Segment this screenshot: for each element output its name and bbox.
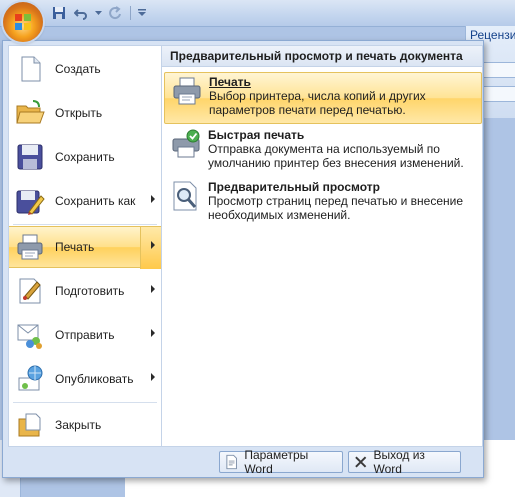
submenu-arrow-icon: [151, 329, 155, 337]
print-preview-icon: [173, 181, 197, 211]
submenu-arrow-icon: [151, 373, 155, 381]
submenu-item-description: Просмотр страниц перед печатью и внесени…: [208, 194, 464, 208]
submenu-item-description: Выбор принтера, числа копий и других: [209, 89, 426, 103]
menu-item-label: Отправить: [55, 328, 115, 342]
menu-item-new[interactable]: Создать: [9, 48, 161, 90]
submenu-arrow-icon: [151, 285, 155, 293]
submenu-arrow-icon: [151, 195, 155, 203]
submenu-item-description: параметров печати перед печатью.: [209, 103, 406, 117]
printer-icon: [173, 77, 201, 105]
menu-item-label: Открыть: [55, 106, 103, 120]
printer-icon: [17, 234, 43, 260]
save-disk-icon: [17, 144, 43, 170]
submenu-arrow-icon: [151, 241, 155, 249]
undo-icon[interactable]: [72, 4, 90, 22]
menu-item-open[interactable]: Открыть: [9, 92, 161, 134]
submenu-item-description: умолчанию принтер без внесения изменений…: [208, 156, 464, 170]
word-options-button[interactable]: Параметры Word: [219, 448, 343, 476]
print-submenu: Предварительный просмотр и печать докуме…: [161, 45, 483, 447]
undo-dropdown-icon[interactable]: [94, 4, 102, 22]
menu-item-prepare[interactable]: Подготовить: [9, 270, 161, 312]
office-menu-footer: Параметры Word Выход из Word: [3, 447, 483, 477]
menu-item-label: Подготовить: [55, 284, 125, 298]
quick-access-toolbar: [50, 4, 147, 22]
submenu-item-title: Быстрая печать: [208, 128, 305, 142]
redo-icon[interactable]: [106, 4, 124, 22]
open-folder-icon: [16, 100, 45, 124]
exit-word-label: Выход из Word: [373, 448, 425, 476]
close-document-icon: [18, 413, 41, 437]
menu-item-label: Печать: [55, 240, 95, 254]
prepare-icon: [19, 278, 41, 304]
submenu-item-print-preview[interactable]: Предварительный просмотр Просмотр страни…: [164, 178, 480, 226]
menu-item-label: Опубликовать: [55, 372, 134, 386]
menu-item-print[interactable]: Печать: [9, 226, 161, 269]
publish-icon: [18, 365, 43, 391]
close-icon: [355, 456, 367, 468]
customize-toolbar-icon[interactable]: [137, 4, 147, 22]
submenu-item-title: Предварительный просмотр: [208, 180, 380, 194]
submenu-item-title: Печать: [209, 75, 251, 89]
menu-item-label: Закрыть: [55, 418, 102, 432]
menu-item-label: Создать: [55, 62, 101, 76]
menu-item-save-as[interactable]: Сохранить как: [9, 180, 161, 222]
menu-item-publish[interactable]: Опубликовать: [9, 358, 161, 400]
submenu-item-description: необходимых изменений.: [208, 208, 351, 222]
submenu-item-print[interactable]: Печать Выбор принтера, числа копий и дру…: [164, 72, 482, 124]
office-menu: Создать Открыть Сохранить Сохранить как …: [2, 40, 484, 478]
save-as-icon: [16, 190, 45, 215]
menu-item-label: Сохранить: [55, 150, 115, 164]
menu-item-label: Сохранить как: [55, 194, 136, 208]
new-document-icon: [21, 56, 41, 82]
title-bar: [0, 0, 515, 27]
word-options-label: Параметры Word: [244, 448, 309, 476]
submenu-item-quick-print[interactable]: Быстрая печать Отправка документа на исп…: [164, 126, 480, 174]
menu-separator: [13, 224, 157, 225]
office-button[interactable]: [3, 2, 43, 42]
save-icon[interactable]: [50, 4, 68, 22]
submenu-item-description: Отправка документа на используемый по: [208, 142, 440, 156]
menu-item-send[interactable]: Отправить: [9, 314, 161, 356]
send-icon: [17, 324, 42, 349]
menu-item-close[interactable]: Закрыть: [9, 404, 161, 446]
menu-separator: [13, 402, 157, 403]
document-options-icon: [226, 454, 237, 470]
office-logo-icon: [15, 14, 31, 30]
office-menu-commands: Создать Открыть Сохранить Сохранить как …: [8, 45, 162, 447]
menu-item-save[interactable]: Сохранить: [9, 136, 161, 178]
quick-print-icon: [172, 129, 200, 158]
exit-word-button[interactable]: Выход из Word: [348, 448, 461, 476]
toolbar-separator: [130, 6, 131, 20]
submenu-header: Предварительный просмотр и печать докуме…: [162, 46, 482, 67]
